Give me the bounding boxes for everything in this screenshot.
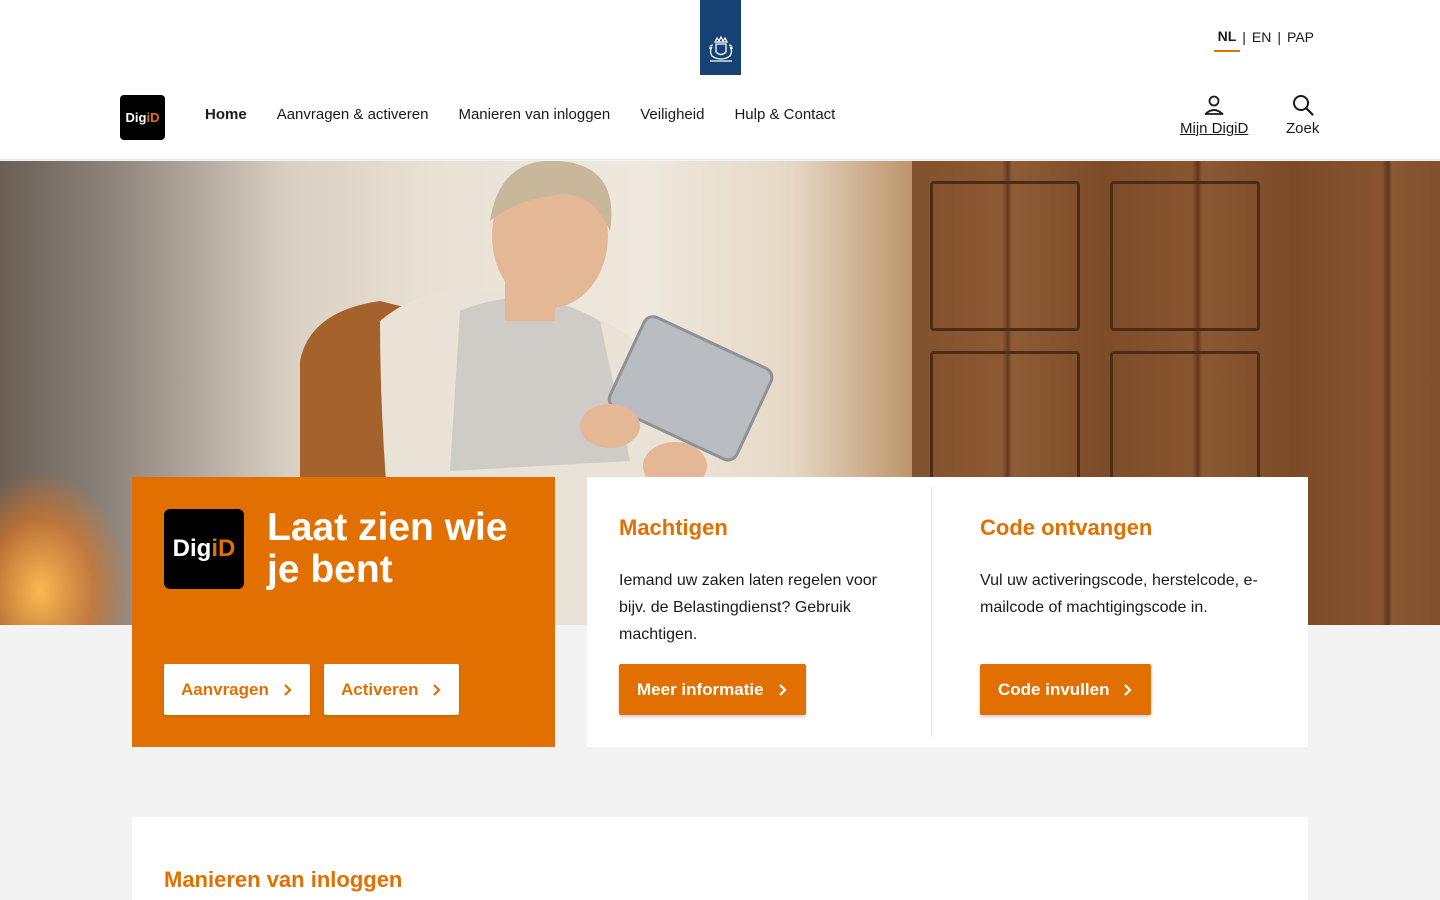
meer-informatie-label: Meer informatie (637, 679, 764, 699)
activeren-button[interactable]: Activeren (324, 664, 460, 715)
nav-veiligheid[interactable]: Veiligheid (625, 106, 719, 123)
search-label: Zoek (1286, 120, 1320, 137)
language-switcher: NL | EN | PAP (1213, 28, 1318, 52)
digid-logo-text-b: iD (146, 110, 160, 125)
user-icon (1204, 95, 1224, 115)
lang-en[interactable]: EN (1248, 29, 1275, 51)
search-icon (1292, 95, 1314, 116)
main-navigation: Home Aanvragen & activeren Manieren van … (190, 106, 850, 123)
chevron-right-icon (778, 683, 787, 696)
chevron-right-icon (284, 683, 292, 696)
column-divider (931, 487, 932, 737)
mijn-digid-label: Mijn DigiD (1180, 120, 1249, 137)
manieren-title: Manieren van inloggen (164, 867, 403, 892)
code-invullen-button[interactable]: Code invullen (980, 664, 1152, 715)
coat-of-arms-icon (708, 35, 733, 62)
digid-logo[interactable]: Dig iD (120, 95, 165, 140)
search-button[interactable]: Zoek (1286, 94, 1319, 137)
nav-home[interactable]: Home (190, 106, 262, 123)
digid-logo-text-a: Dig (172, 535, 212, 562)
meer-informatie-button[interactable]: Meer informatie (619, 664, 806, 715)
hero-drawer-decoration (930, 181, 1080, 331)
lang-separator: | (1277, 29, 1282, 45)
site-header: NL | EN | PAP Dig iD Home Aanvragen & act… (0, 0, 1440, 160)
chevron-right-icon (433, 683, 442, 696)
hero-title: Laat zien wie je bent (267, 506, 508, 591)
aanvragen-button[interactable]: Aanvragen (164, 664, 310, 715)
aanvragen-label: Aanvragen (181, 679, 269, 699)
hero-card: Dig iD Laat zien wie je bent Aanvragen Ac… (132, 477, 555, 747)
mijn-digid-link[interactable]: Mijn DigiD (1180, 94, 1248, 137)
chevron-right-icon (1124, 683, 1133, 696)
lang-pap[interactable]: PAP (1283, 29, 1318, 51)
rijksoverheid-logo-icon[interactable] (700, 0, 741, 75)
nav-manieren-van-inloggen[interactable]: Manieren van inloggen (443, 106, 625, 123)
code-text: Vul uw activeringscode, herstelcode, e-m… (980, 572, 1258, 616)
nav-hulp-contact[interactable]: Hulp & Contact (719, 106, 850, 123)
digid-logo-large: Dig iD (164, 509, 244, 589)
machtigen-title: Machtigen (619, 515, 728, 540)
code-invullen-label: Code invullen (998, 679, 1110, 699)
lang-separator: | (1242, 29, 1246, 45)
digid-logo-text-b: iD (211, 535, 236, 562)
machtigen-text: Iemand uw zaken laten regelen voor bijv.… (619, 572, 877, 643)
manieren-section: Manieren van inloggen (132, 817, 1308, 900)
digid-logo-text-a: Dig (125, 110, 147, 125)
activeren-label: Activeren (341, 679, 419, 699)
nav-aanvragen-activeren[interactable]: Aanvragen & activeren (262, 106, 444, 123)
lang-nl[interactable]: NL (1213, 28, 1241, 52)
code-title: Code ontvangen (980, 515, 1153, 540)
hero-drawer-decoration (1110, 181, 1260, 331)
info-card: Machtigen Iemand uw zaken laten regelen … (587, 477, 1308, 747)
